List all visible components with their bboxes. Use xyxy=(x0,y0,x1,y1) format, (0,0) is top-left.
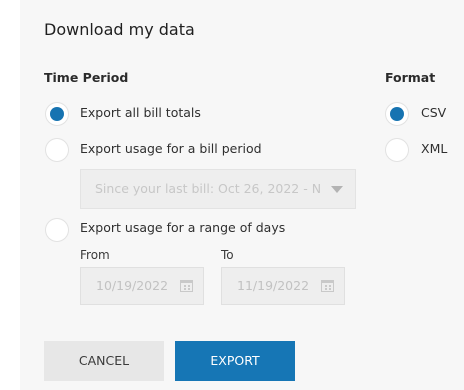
bill-period-select[interactable]: Since your last bill: Oct 26, 2022 - N xyxy=(80,169,356,209)
time-period-label: Time Period xyxy=(44,70,129,85)
export-button[interactable]: EXPORT xyxy=(175,341,295,381)
cancel-button[interactable]: CANCEL xyxy=(44,341,164,381)
option-label-export-range-of-days: Export usage for a range of days xyxy=(80,220,286,235)
radio-export-all-bill-totals[interactable] xyxy=(46,103,68,125)
from-date-input[interactable]: 10/19/2022 xyxy=(80,267,204,305)
radio-export-bill-period[interactable] xyxy=(46,139,68,161)
from-label: From xyxy=(80,248,110,262)
radio-format-xml[interactable] xyxy=(386,139,408,161)
calendar-icon[interactable] xyxy=(180,280,193,292)
radio-format-csv[interactable] xyxy=(386,103,408,125)
option-label-export-bill-period: Export usage for a bill period xyxy=(80,141,262,156)
bill-period-select-value: Since your last bill: Oct 26, 2022 - N xyxy=(95,181,322,196)
to-label: To xyxy=(221,248,234,262)
from-date-value: 10/19/2022 xyxy=(96,278,169,293)
option-label-csv: CSV xyxy=(421,105,447,120)
to-date-value: 11/19/2022 xyxy=(237,278,310,293)
chevron-down-icon xyxy=(331,186,343,193)
dialog-title: Download my data xyxy=(44,20,195,39)
option-label-export-all-bill-totals: Export all bill totals xyxy=(80,105,201,120)
radio-export-range-of-days[interactable] xyxy=(46,219,68,241)
calendar-icon[interactable] xyxy=(321,280,334,292)
to-date-input[interactable]: 11/19/2022 xyxy=(221,267,345,305)
option-label-xml: XML xyxy=(421,141,448,156)
format-label: Format xyxy=(385,70,436,85)
